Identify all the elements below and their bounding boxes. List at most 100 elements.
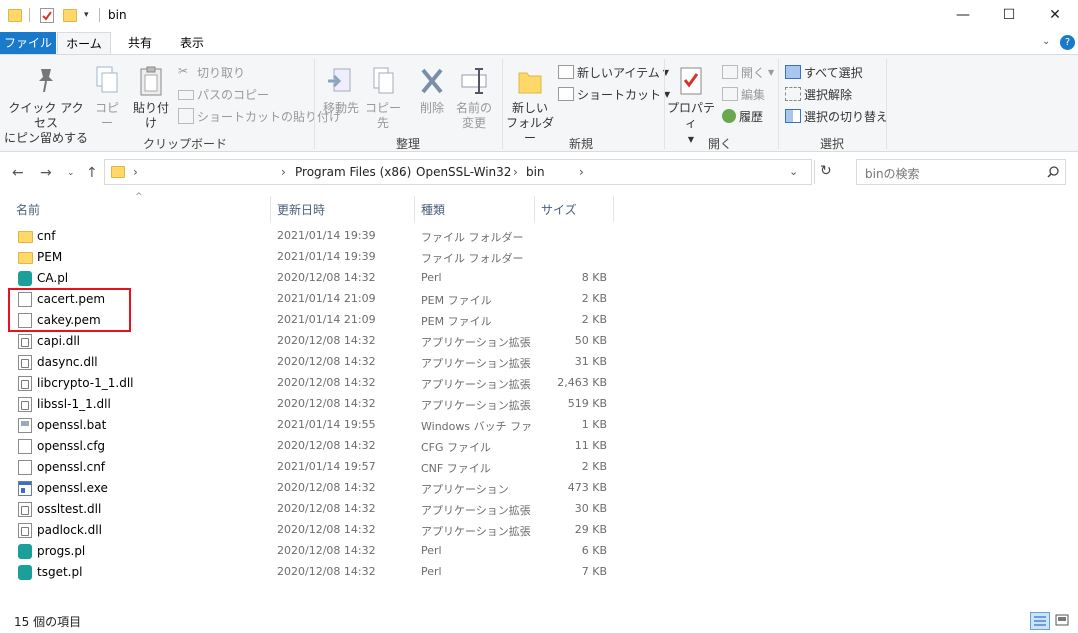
file-row[interactable]: padlock.dll 2020/12/08 14:32 アプリケーション拡張 29 … bbox=[0, 520, 620, 541]
file-size: 30 KB bbox=[574, 502, 607, 515]
file-row[interactable]: openssl.bat 2021/01/14 19:55 Windows バッチ フ… bbox=[0, 415, 620, 436]
rename-button[interactable]: 名前の 変更 bbox=[454, 65, 494, 131]
easy-access-button[interactable]: ショートカット ▼ bbox=[558, 85, 670, 103]
tab-share[interactable]: 共有 bbox=[118, 32, 162, 54]
copy-to-button[interactable]: コピー先 bbox=[362, 65, 404, 131]
search-icon[interactable] bbox=[1047, 166, 1059, 178]
file-size: 473 KB bbox=[567, 481, 607, 494]
file-row[interactable]: dasync.dll 2020/12/08 14:32 アプリケーション拡張 31 K… bbox=[0, 352, 620, 373]
back-button[interactable]: ← bbox=[12, 165, 24, 181]
paste-button[interactable]: 貼り付け bbox=[128, 65, 174, 131]
file-row[interactable]: openssl.cfg 2020/12/08 14:32 CFG ファイル 11 KB bbox=[0, 436, 620, 457]
select-none-button[interactable]: 選択解除 bbox=[785, 85, 852, 103]
open-label: 開く bbox=[741, 65, 766, 80]
column-type[interactable]: 種類 bbox=[421, 201, 445, 218]
refresh-icon[interactable]: ↻ bbox=[820, 163, 832, 179]
paste-label: 貼り付け bbox=[132, 101, 169, 130]
column-separator[interactable] bbox=[534, 196, 535, 222]
edit-button[interactable]: 編集 bbox=[722, 85, 765, 103]
file-row[interactable]: cnf 2021/01/14 19:39 ファイル フォルダー bbox=[0, 226, 620, 247]
tab-home[interactable]: ホーム bbox=[57, 32, 111, 55]
maximize-button[interactable]: ☐ bbox=[986, 0, 1032, 32]
breadcrumb-separator[interactable]: › bbox=[513, 165, 518, 179]
details-view-icon[interactable] bbox=[1030, 612, 1050, 630]
history-button[interactable]: 履歴 bbox=[722, 107, 763, 125]
new-folder-quick-icon[interactable] bbox=[63, 9, 77, 22]
properties-quick-icon[interactable] bbox=[40, 8, 54, 23]
column-date[interactable]: 更新日時 bbox=[277, 201, 325, 218]
perl-icon bbox=[18, 544, 32, 559]
file-row[interactable]: CA.pl 2020/12/08 14:32 Perl 8 KB bbox=[0, 268, 620, 289]
copy-button[interactable]: コピー bbox=[90, 65, 124, 131]
file-size: 2 KB bbox=[581, 292, 607, 305]
file-type: ファイル フォルダー bbox=[421, 252, 524, 265]
file-name: padlock.dll bbox=[37, 523, 102, 537]
file-size: 1 KB bbox=[581, 418, 607, 431]
column-separator[interactable] bbox=[613, 196, 614, 222]
paste-shortcut-button[interactable]: ショートカットの貼り付け bbox=[178, 107, 341, 125]
column-name[interactable]: 名前 bbox=[16, 201, 40, 218]
open-button[interactable]: 開く ▼ bbox=[722, 63, 774, 81]
column-size[interactable]: サイズ bbox=[541, 201, 577, 218]
file-row[interactable]: capi.dll 2020/12/08 14:32 アプリケーション拡張 50 KB bbox=[0, 331, 620, 352]
scissors-icon: ✂ bbox=[178, 64, 189, 78]
invert-selection-button[interactable]: 選択の切り替え bbox=[785, 107, 888, 125]
file-row[interactable]: libssl-1_1.dll 2020/12/08 14:32 アプリケーション拡張… bbox=[0, 394, 620, 415]
breadcrumb-openssl[interactable]: OpenSSL-Win32 bbox=[416, 165, 511, 179]
file-date: 2020/12/08 14:32 bbox=[277, 439, 376, 452]
column-headers: ^ 名前 更新日時 種類 サイズ bbox=[0, 192, 1078, 222]
divider bbox=[29, 8, 30, 22]
file-row[interactable]: PEM 2021/01/14 19:39 ファイル フォルダー bbox=[0, 247, 620, 268]
pin-label: クイック アクセス bbox=[8, 101, 84, 130]
window-title: bin bbox=[108, 8, 127, 22]
pin-quick-access-button[interactable]: クイック アクセス にピン留めする bbox=[4, 65, 88, 146]
new-item-button[interactable]: 新しいアイテム ▼ bbox=[558, 63, 669, 81]
tab-file[interactable]: ファイル bbox=[0, 32, 56, 54]
search-input[interactable]: binの検索 bbox=[865, 165, 920, 182]
file-row[interactable]: openssl.exe 2020/12/08 14:32 アプリケーション 473 K… bbox=[0, 478, 620, 499]
file-row[interactable]: openssl.cnf 2021/01/14 19:57 CNF ファイル 2 KB bbox=[0, 457, 620, 478]
close-button[interactable]: ✕ bbox=[1032, 0, 1078, 32]
cut-button[interactable]: ✂ 切り取り bbox=[178, 63, 245, 81]
perl-icon bbox=[18, 565, 32, 580]
tab-view[interactable]: 表示 bbox=[170, 32, 214, 54]
minimize-button[interactable]: — bbox=[940, 0, 986, 32]
file-size: 8 KB bbox=[581, 271, 607, 284]
column-separator[interactable] bbox=[414, 196, 415, 222]
file-row[interactable]: ossltest.dll 2020/12/08 14:32 アプリケーション拡張 30… bbox=[0, 499, 620, 520]
breadcrumb-separator[interactable]: › bbox=[281, 165, 286, 179]
paste-shortcut-icon bbox=[178, 108, 194, 124]
large-icons-view-icon[interactable] bbox=[1053, 612, 1073, 630]
help-icon[interactable]: ? bbox=[1060, 35, 1075, 50]
breadcrumb-separator[interactable]: › bbox=[402, 165, 407, 179]
delete-button[interactable]: 削除 bbox=[412, 65, 452, 116]
file-row[interactable]: libcrypto-1_1.dll 2020/12/08 14:32 アプリケーショ… bbox=[0, 373, 620, 394]
select-group-label: 選択 bbox=[819, 137, 844, 151]
up-button[interactable]: ↑ bbox=[86, 165, 98, 181]
breadcrumb-separator[interactable]: › bbox=[133, 165, 138, 179]
new-folder-button[interactable]: 新しい フォルダー bbox=[506, 65, 554, 146]
column-separator[interactable] bbox=[270, 196, 271, 222]
file-row[interactable]: tsget.pl 2020/12/08 14:32 Perl 7 KB bbox=[0, 562, 620, 583]
file-row[interactable]: progs.pl 2020/12/08 14:32 Perl 6 KB bbox=[0, 541, 620, 562]
file-type: PEM ファイル bbox=[421, 315, 492, 328]
breadcrumb-separator[interactable]: › bbox=[579, 165, 584, 179]
move-to-button[interactable]: 移動先 bbox=[320, 65, 362, 116]
copy-label: コピー bbox=[94, 101, 119, 130]
search-box[interactable]: binの検索 bbox=[856, 159, 1066, 185]
perl-icon bbox=[18, 271, 32, 286]
expand-ribbon-icon[interactable]: ⌄ bbox=[1042, 36, 1050, 47]
file-date: 2020/12/08 14:32 bbox=[277, 271, 376, 284]
breadcrumb-bin[interactable]: bin bbox=[526, 165, 545, 179]
address-dropdown-icon[interactable]: ⌄ bbox=[789, 165, 798, 178]
customize-quick-access-icon[interactable]: ▾ bbox=[84, 10, 89, 20]
address-bar[interactable]: › › Program Files (x86) › OpenSSL-Win32 … bbox=[104, 159, 815, 185]
recent-locations-button[interactable]: ⌄ bbox=[67, 168, 75, 178]
file-date: 2020/12/08 14:32 bbox=[277, 334, 376, 347]
forward-button[interactable]: → bbox=[40, 165, 52, 181]
copy-path-button[interactable]: パスのコピー bbox=[178, 85, 269, 103]
dll-icon bbox=[18, 502, 32, 517]
file-type: PEM ファイル bbox=[421, 294, 492, 307]
breadcrumb-program-files[interactable]: Program Files (x86) bbox=[295, 165, 411, 179]
select-all-button[interactable]: すべて選択 bbox=[785, 63, 863, 81]
